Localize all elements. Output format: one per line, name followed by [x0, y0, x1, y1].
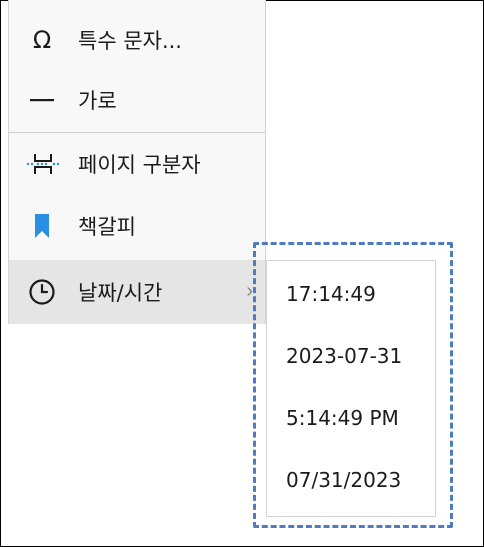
- menu-item-special-characters[interactable]: Ω 특수 문자...: [9, 8, 265, 72]
- menu-item-label: 페이지 구분자: [78, 153, 201, 177]
- insert-menu: Ω 특수 문자... 가로 페이지 구분자 책갈피 날짜/시간 ›: [8, 0, 266, 324]
- chevron-right-icon: ›: [246, 280, 253, 302]
- menu-item-bookmark[interactable]: 책갈피: [9, 194, 265, 258]
- menu-item-page-break[interactable]: 페이지 구분자: [9, 132, 265, 196]
- submenu-item-label: 2023-07-31: [286, 344, 403, 368]
- submenu-item-label: 07/31/2023: [286, 468, 402, 492]
- menu-item-horizontal-line[interactable]: 가로: [9, 68, 265, 132]
- menu-item-label: 특수 문자...: [78, 29, 182, 53]
- omega-icon: Ω: [25, 23, 59, 57]
- submenu-item-date-iso[interactable]: 2023-07-31: [267, 325, 435, 387]
- menu-item-date-time[interactable]: 날짜/시간 ›: [9, 260, 265, 324]
- clock-icon: [25, 275, 59, 309]
- menu-item-label: 가로: [78, 89, 117, 113]
- svg-text:Ω: Ω: [33, 27, 51, 53]
- submenu-item-label: 5:14:49 PM: [286, 406, 399, 430]
- submenu-item-time-12h[interactable]: 5:14:49 PM: [267, 387, 435, 449]
- horizontal-line-icon: [25, 83, 59, 117]
- bookmark-icon: [25, 209, 59, 243]
- date-time-submenu: 17:14:49 2023-07-31 5:14:49 PM 07/31/202…: [266, 260, 436, 517]
- submenu-item-date-us[interactable]: 07/31/2023: [267, 449, 435, 511]
- submenu-item-label: 17:14:49: [286, 282, 376, 306]
- menu-item-label: 책갈피: [78, 215, 136, 239]
- page-break-icon: [25, 147, 59, 181]
- submenu-item-time-24h[interactable]: 17:14:49: [267, 263, 435, 325]
- menu-item-label: 날짜/시간: [78, 281, 163, 305]
